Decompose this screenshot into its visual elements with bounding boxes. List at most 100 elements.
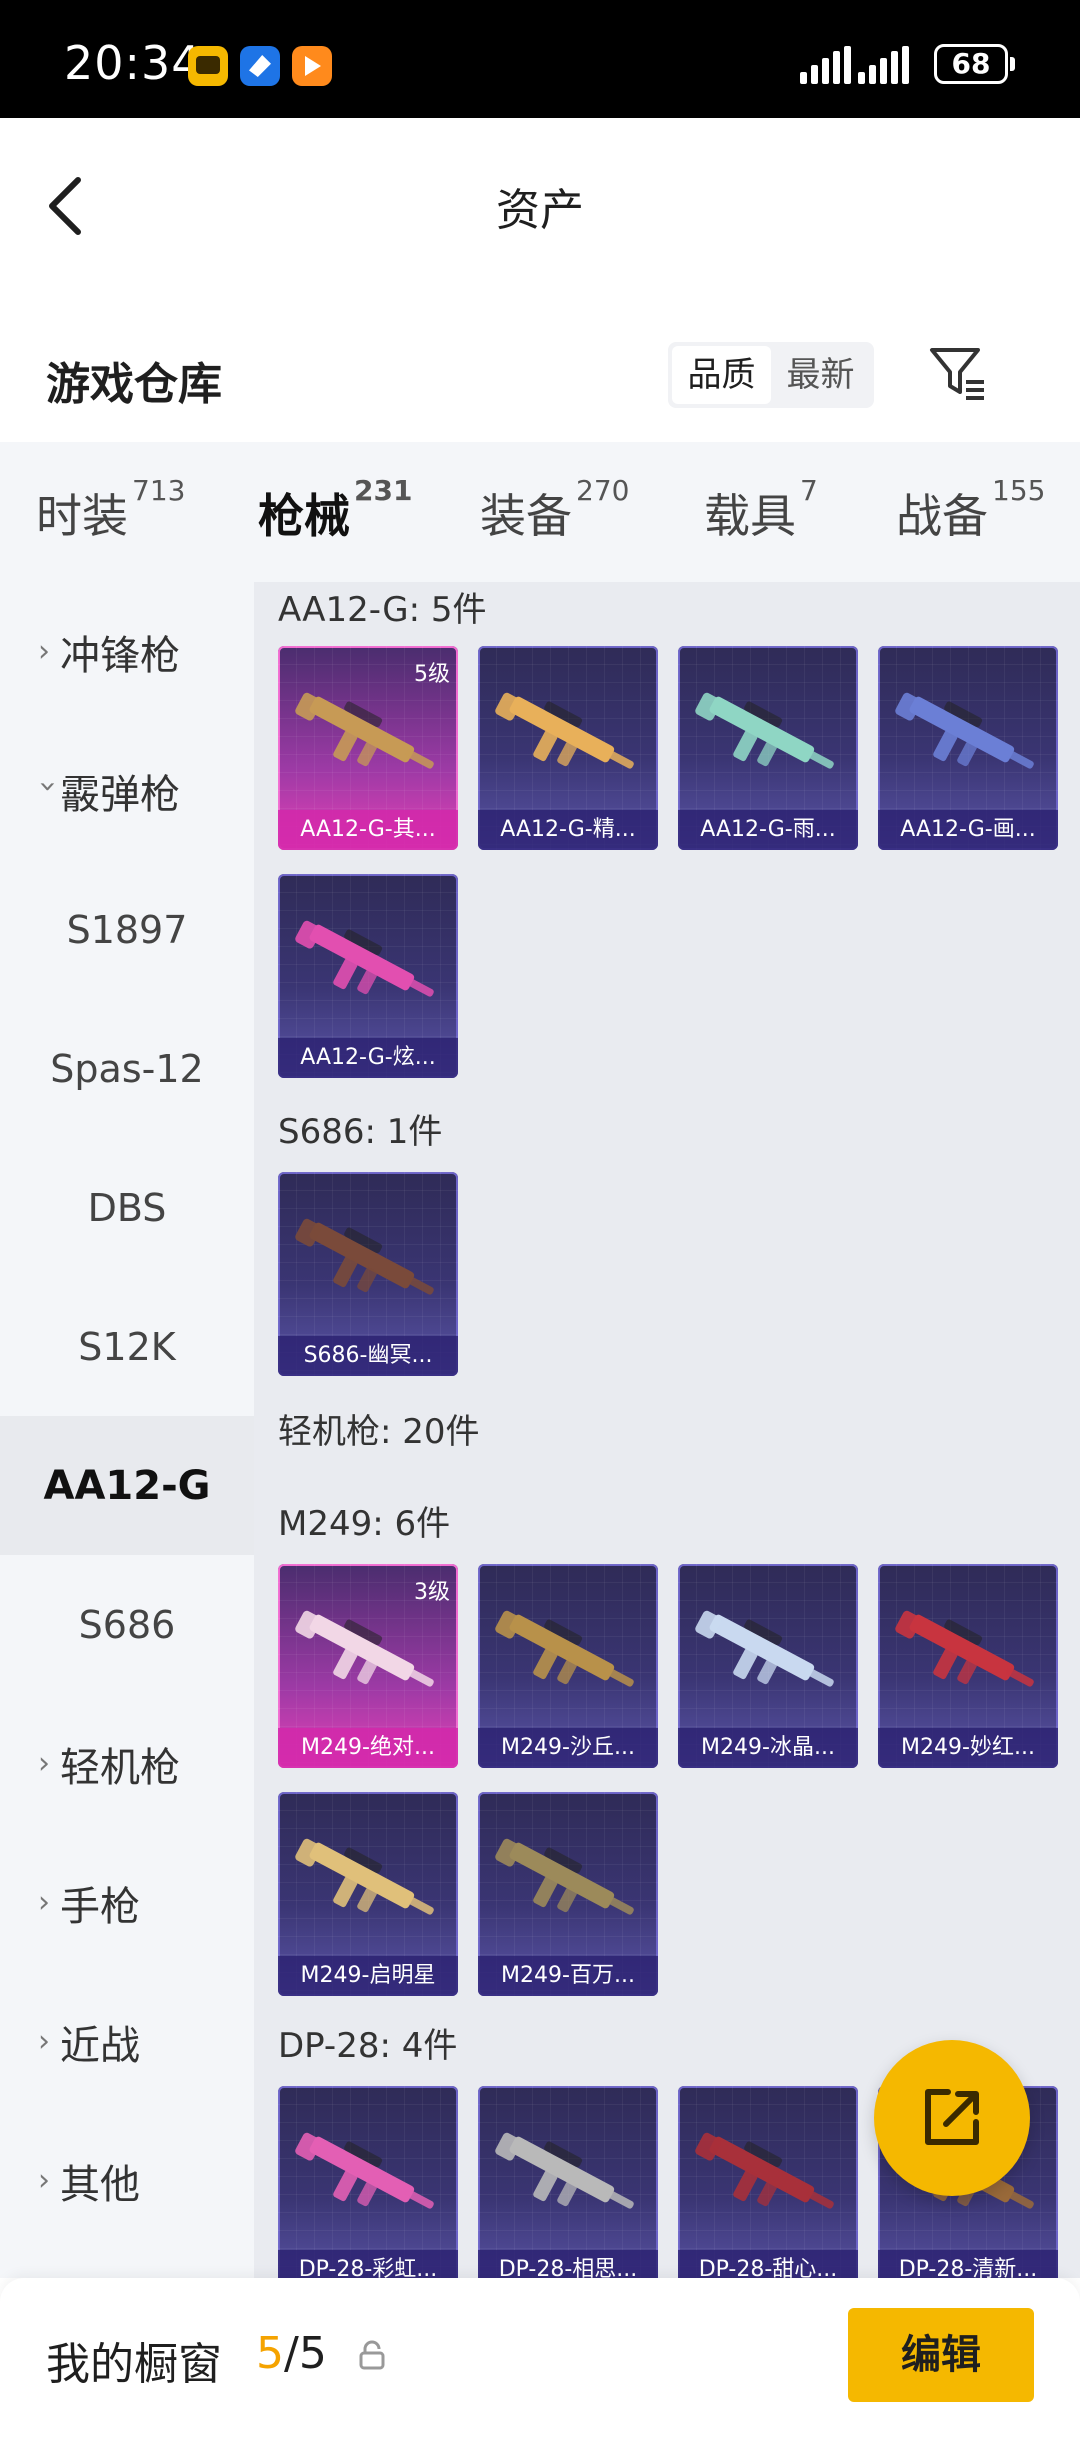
weapon-skin-image [695,2132,834,2209]
nav-item-label: 近战 [60,2022,140,2069]
card-label: AA12-G-雨... [678,810,858,850]
tab-fashion[interactable]: 时装 713 [36,474,185,546]
notification-app-icon [292,46,332,86]
tab-weapons[interactable]: 枪械 231 [258,474,412,594]
weapon-skin-image [495,2132,634,2209]
sort-option-quality[interactable]: 品质 [672,346,771,404]
nav-item-lmg[interactable]: › 轻机枪 [0,1694,254,1833]
nav-item-label: 手枪 [60,1883,140,1930]
weapon-skin-image [495,1610,634,1687]
tab-gear[interactable]: 战备 155 [896,474,1045,546]
nav-item-label: AA12-G [43,1462,211,1509]
nav-item-spas12[interactable]: Spas-12 [0,999,254,1138]
weapon-skin-image [295,920,434,997]
nav-item-pistol[interactable]: › 手枪 [0,1833,254,1972]
edit-button[interactable]: 编辑 [848,2308,1034,2402]
weapon-card[interactable]: DP-28-彩虹... [278,2086,458,2278]
showcase-count-current: 5 [256,2328,284,2379]
nav-item-label: DBS [87,1185,167,1230]
tab-label: 载具 [704,489,796,543]
card-label: AA12-G-炫... [278,1038,458,1078]
card-label: M249-百万... [478,1956,658,1996]
status-time: 20:34 [64,36,202,90]
tab-label: 枪械 [258,489,350,543]
nav-item-s686[interactable]: S686 [0,1555,254,1694]
weapon-card[interactable]: DP-28-相思... [478,2086,658,2278]
weapon-card[interactable]: M249-冰晶... [678,1564,858,1768]
nav-item-dbs[interactable]: DBS [0,1138,254,1277]
weapon-card[interactable]: 3级 M249-绝对... [278,1564,458,1768]
nav-item-label: 其他 [60,2161,140,2208]
card-label: AA12-G-精... [478,810,658,850]
sort-option-latest[interactable]: 最新 [771,346,870,404]
weapon-card[interactable]: DP-28-甜心... [678,2086,858,2278]
tab-equipment[interactable]: 装备 270 [480,474,629,546]
weapon-card[interactable]: M249-妙红... [878,1564,1058,1768]
group-title: AA12-G: 5件 [278,590,487,630]
section-title: 游戏仓库 [46,359,222,410]
tab-count: 713 [132,474,186,507]
nav-item-other[interactable]: › 其他 [0,2111,254,2250]
card-label: DP-28-清新... [878,2250,1058,2278]
nav-item-label: 轻机枪 [60,1744,180,1791]
share-button[interactable] [874,2040,1030,2196]
tab-count: 155 [992,474,1046,507]
weapon-skin-image [495,1838,634,1915]
weapon-card[interactable]: M249-百万... [478,1792,658,1996]
weapon-skin-image [295,1218,434,1295]
section-header: 游戏仓库 品质 最新 [0,286,1080,442]
chevron-right-icon: › [38,1885,50,1920]
weapon-type-nav: › 冲锋枪 › 霰弹枪 S1897 Spas-12 DBS S12K AA12-G … [0,582,254,2278]
card-label: S686-幽冥... [278,1336,458,1376]
weapon-card[interactable]: AA12-G-炫... [278,874,458,1078]
chevron-down-icon: › [30,780,66,793]
weapon-card[interactable]: S686-幽冥... [278,1172,458,1376]
weapon-card[interactable]: 5级 AA12-G-其... [278,646,458,850]
weapon-grid: AA12-G: 5件 5级 AA12-G-其... AA12-G-精... AA12-… [254,582,1080,2278]
nav-item-s12k[interactable]: S12K [0,1277,254,1416]
app-header: 资产 [0,118,1080,286]
weapon-card[interactable]: M249-沙丘... [478,1564,658,1768]
nav-item-shotgun[interactable]: › 霰弹枪 [0,721,254,860]
weapon-card[interactable]: AA12-G-雨... [678,646,858,850]
battery-icon: 68 [934,44,1015,84]
nav-item-label: 霰弹枪 [60,771,180,818]
weapon-skin-image [895,692,1034,769]
nav-item-smg[interactable]: › 冲锋枪 [0,582,254,721]
chevron-right-icon: › [38,1746,50,1781]
tab-count: 7 [800,474,818,507]
weapon-card[interactable]: AA12-G-精... [478,646,658,850]
card-label: M249-冰晶... [678,1728,858,1768]
tab-count: 270 [576,474,630,507]
tab-label: 时装 [36,489,128,543]
card-label: M249-绝对... [278,1728,458,1768]
weapon-skin-image [895,1610,1034,1687]
card-level: 5级 [414,662,450,687]
card-label: M249-妙红... [878,1728,1058,1768]
tab-count: 231 [354,474,413,507]
share-icon [925,2089,979,2145]
card-label: AA12-G-其... [278,810,458,850]
card-label: DP-28-彩虹... [278,2250,458,2278]
showcase-bar: 我的橱窗 5/5 编辑 [0,2278,1080,2438]
status-bar: 20:34 68 [0,0,1080,118]
nav-item-aa12g[interactable]: AA12-G [0,1416,254,1555]
chevron-right-icon: › [38,634,50,669]
group-title: 轻机枪: 20件 [278,1412,480,1452]
tab-vehicles[interactable]: 载具 7 [704,474,818,546]
nav-item-melee[interactable]: › 近战 [0,1972,254,2111]
weapon-skin-image [495,692,634,769]
filter-icon[interactable] [928,344,988,404]
page-title: 资产 [496,185,584,236]
tab-label: 装备 [480,489,572,543]
weapon-card[interactable]: M249-启明星 [278,1792,458,1996]
group-title: DP-28: 4件 [278,2026,458,2066]
nav-item-label: S1897 [66,907,188,952]
card-label: DP-28-相思... [478,2250,658,2278]
weapon-card[interactable]: AA12-G-画... [878,646,1058,850]
nav-item-s1897[interactable]: S1897 [0,860,254,999]
weapon-skin-image [695,1610,834,1687]
chevron-right-icon: › [38,2024,50,2059]
showcase-label: 我的橱窗 [46,2339,222,2390]
showcase-count-total: /5 [284,2328,327,2379]
